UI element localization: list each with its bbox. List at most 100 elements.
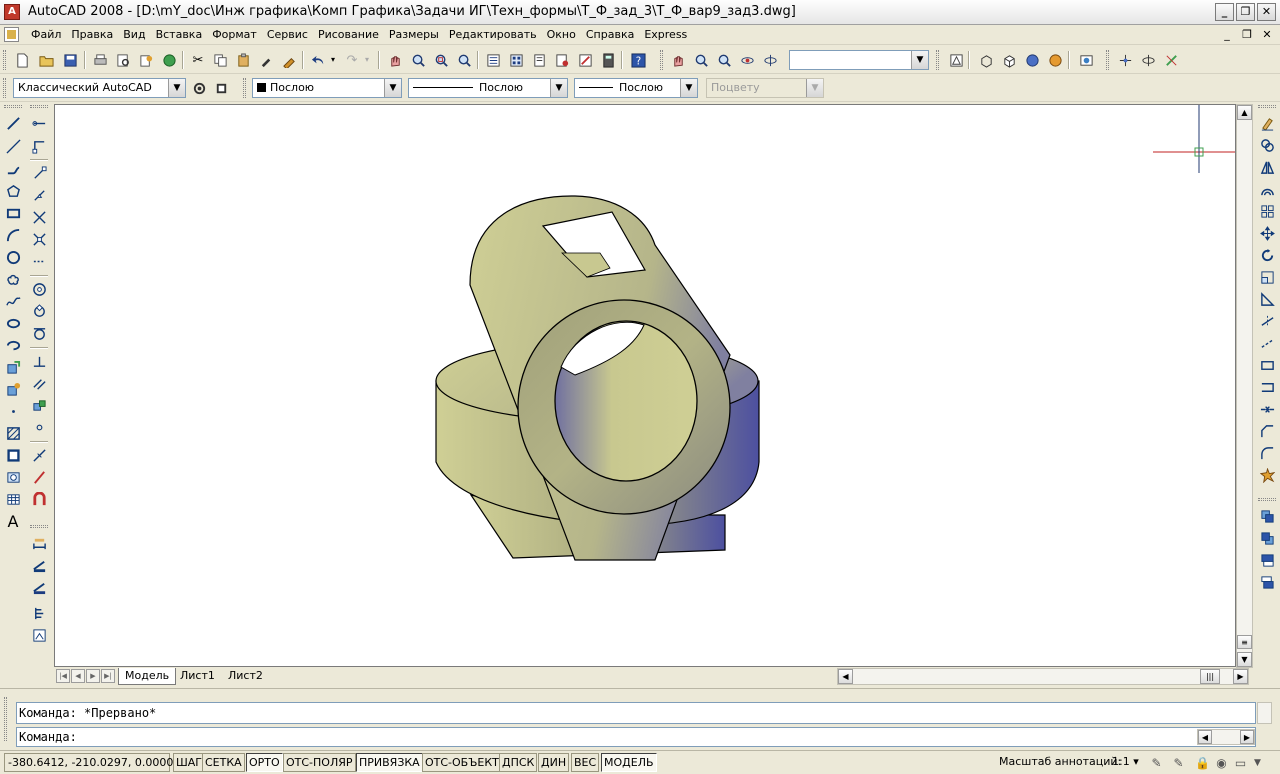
hatch-icon[interactable]	[3, 423, 23, 443]
status-menu-icon[interactable]: ▼	[1249, 754, 1266, 771]
ellipse-icon[interactable]	[3, 313, 23, 333]
visual-styles-manager-icon[interactable]	[1076, 50, 1096, 70]
plot-preview-icon[interactable]	[113, 50, 133, 70]
comm-center-icon[interactable]: ◉	[1213, 754, 1230, 771]
zoom-previous-icon[interactable]	[454, 50, 474, 70]
region-icon[interactable]	[3, 467, 23, 487]
chevron-down-icon[interactable]: ▼	[680, 79, 697, 97]
quickcalc-icon[interactable]	[598, 50, 618, 70]
toolbar-grip[interactable]	[243, 78, 246, 98]
dynamic-ucs-button[interactable]: ДПСК	[499, 753, 538, 772]
hidden-visual-style-icon[interactable]	[999, 50, 1019, 70]
menu-window[interactable]: Окно	[542, 28, 581, 41]
workspace-lock-icon[interactable]	[211, 78, 231, 98]
minimize-button[interactable]: _	[1215, 3, 1234, 21]
menu-format[interactable]: Формат	[207, 28, 262, 41]
dim-arc-icon[interactable]	[29, 577, 49, 597]
menu-help[interactable]: Справка	[581, 28, 639, 41]
zoom-window-icon[interactable]	[431, 50, 451, 70]
model-space-button[interactable]: МОДЕЛЬ	[601, 753, 657, 772]
snap-extension-icon[interactable]	[29, 251, 49, 271]
draw-order-back-icon[interactable]	[1257, 528, 1277, 548]
offset-icon[interactable]	[1257, 179, 1277, 199]
3d-wireframe-icon[interactable]	[976, 50, 996, 70]
toolbar-grip[interactable]	[660, 50, 663, 70]
save-icon[interactable]	[60, 50, 80, 70]
dim-linear-icon[interactable]	[29, 533, 49, 553]
scroll-right-icon[interactable]: ▶	[1240, 730, 1254, 744]
toolbar-grip[interactable]	[1106, 50, 1109, 70]
annotation-scale-dropdown[interactable]: 1:1 ▾	[1112, 755, 1139, 768]
redo-icon[interactable]: ↷	[342, 50, 362, 70]
temp-track-point-icon[interactable]	[29, 113, 49, 133]
workspace-settings-icon[interactable]	[189, 78, 209, 98]
scroll-up-icon[interactable]: ▲	[1237, 105, 1252, 120]
color-combo[interactable]: Послою ▼	[252, 78, 402, 98]
object-snap-tracking-button[interactable]: ОТС-ОБЪЕКТ	[422, 753, 502, 772]
named-views-icon[interactable]	[946, 50, 966, 70]
help-icon[interactable]: ?	[628, 50, 648, 70]
make-block-icon[interactable]	[3, 379, 23, 399]
join-icon[interactable]	[1257, 399, 1277, 419]
toolbar-grip[interactable]	[936, 50, 939, 70]
command-scrollbar[interactable]	[1257, 702, 1272, 724]
chevron-down-icon[interactable]: ▼	[550, 79, 567, 97]
horizontal-scrollbar[interactable]: ◀ ||| ▶	[837, 668, 1249, 685]
menu-edit[interactable]: Правка	[66, 28, 118, 41]
pan-icon[interactable]	[668, 50, 688, 70]
continuous-orbit-icon[interactable]	[760, 50, 780, 70]
toolbar-grip[interactable]	[30, 105, 48, 108]
snap-none-icon[interactable]	[29, 467, 49, 487]
break-at-point-icon[interactable]	[1257, 355, 1277, 375]
mirror-icon[interactable]	[1257, 157, 1277, 177]
draw-order-front-icon[interactable]	[1257, 506, 1277, 526]
open-file-icon[interactable]	[36, 50, 56, 70]
polar-tracking-button[interactable]: ОТС-ПОЛЯР	[283, 753, 356, 772]
doc-restore-button[interactable]: ❐	[1240, 28, 1254, 41]
doc-close-button[interactable]: ✕	[1260, 28, 1274, 41]
erase-icon[interactable]	[1257, 113, 1277, 133]
snap-from-icon[interactable]	[29, 136, 49, 156]
ucs-icon[interactable]	[1115, 50, 1135, 70]
redo-dropdown-icon[interactable]: ▾	[362, 50, 372, 70]
circle-icon[interactable]	[3, 247, 23, 267]
menu-insert[interactable]: Вставка	[151, 28, 208, 41]
hscroll-thumb[interactable]: |||	[1200, 669, 1220, 684]
toolbar-grip[interactable]	[3, 50, 6, 70]
snap-mode-button[interactable]: ШАГ	[173, 753, 205, 772]
draw-order-above-icon[interactable]	[1257, 550, 1277, 570]
array-icon[interactable]	[1257, 201, 1277, 221]
tool-palettes-icon[interactable]	[529, 50, 549, 70]
undo-icon[interactable]	[308, 50, 328, 70]
object-snap-button[interactable]: ПРИВЯЗКА	[356, 753, 423, 772]
snap-apparent-intersection-icon[interactable]	[29, 229, 49, 249]
auto-scale-icon[interactable]: ✎	[1170, 754, 1187, 771]
snap-insert-icon[interactable]	[29, 395, 49, 415]
snap-endpoint-icon[interactable]	[29, 163, 49, 183]
scroll-right-icon[interactable]: ▶	[1233, 669, 1248, 684]
trim-icon[interactable]	[1257, 311, 1277, 331]
fillet-icon[interactable]	[1257, 443, 1277, 463]
menu-dimension[interactable]: Размеры	[384, 28, 444, 41]
polyline-icon[interactable]	[3, 159, 23, 179]
snap-tangent-icon[interactable]	[29, 323, 49, 343]
polygon-icon[interactable]	[3, 181, 23, 201]
spline-icon[interactable]	[3, 291, 23, 311]
maximize-button[interactable]: ❐	[1236, 3, 1255, 21]
ellipse-arc-icon[interactable]	[3, 335, 23, 355]
toolbar-lock-icon[interactable]: 🔒	[1194, 754, 1211, 771]
arc-icon[interactable]	[3, 225, 23, 245]
command-hscroll[interactable]: ◀ ▶	[1197, 729, 1255, 745]
command-grip[interactable]	[4, 697, 7, 741]
chevron-down-icon[interactable]: ▼	[168, 79, 185, 97]
scroll-left-icon[interactable]: ◀	[838, 669, 853, 684]
command-input[interactable]: Команда:	[16, 727, 1256, 747]
realistic-visual-style-icon[interactable]	[1022, 50, 1042, 70]
toolbar-grip[interactable]	[3, 78, 6, 98]
snap-parallel-icon[interactable]	[29, 373, 49, 393]
copy-icon[interactable]	[210, 50, 230, 70]
move-icon[interactable]	[1257, 223, 1277, 243]
design-center-icon[interactable]	[506, 50, 526, 70]
draw-order-under-icon[interactable]	[1257, 572, 1277, 592]
markup-set-manager-icon[interactable]	[575, 50, 595, 70]
